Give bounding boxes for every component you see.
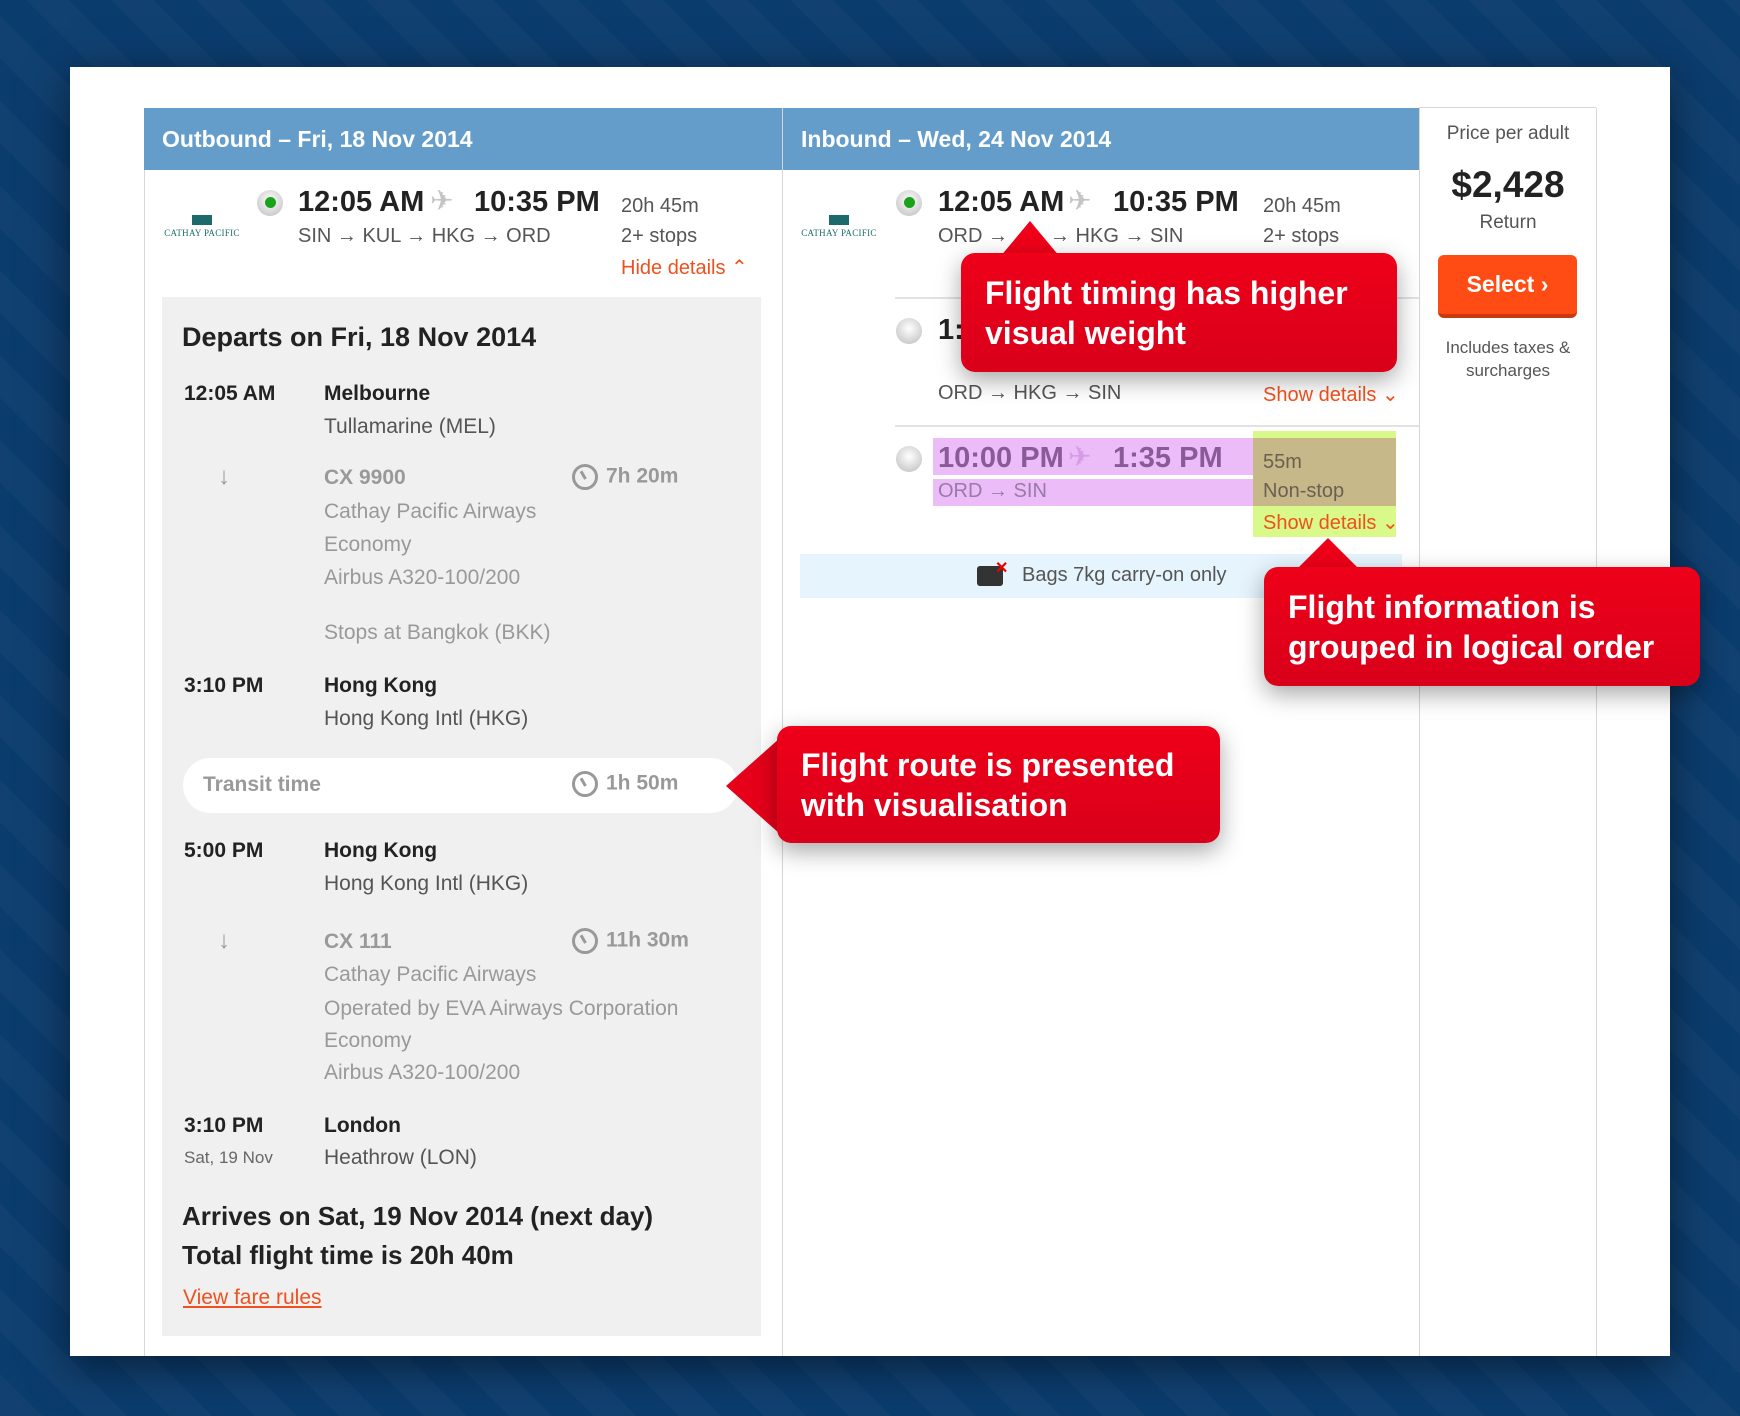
price-amount: $2,428 — [1451, 164, 1565, 205]
seg1-stop: Stops at Bangkok (BKK) — [324, 621, 551, 644]
seg1-flight: CX 9900 — [324, 466, 406, 489]
route: SIN → KUL → HKG → ORD — [298, 225, 551, 247]
seg2-arr-time: 3:10 PM — [184, 1114, 264, 1137]
arrives-text: Arrives on Sat, 19 Nov 2014 (next day) — [182, 1201, 654, 1231]
seg2-dep-airport: Hong Kong Intl (HKG) — [324, 872, 529, 895]
arrive-time: 1:35 PM — [1113, 442, 1223, 474]
seg2-dep-time: 5:00 PM — [184, 839, 264, 862]
arrow-down-icon: ↓ — [218, 463, 230, 490]
clock-icon — [572, 928, 598, 954]
plane-icon: ✈ — [1068, 441, 1092, 472]
seg2-airline: Cathay Pacific Airways — [324, 963, 537, 986]
seg2-flight: CX 111 — [324, 930, 392, 953]
price-note: surcharges — [1465, 361, 1551, 380]
seg1-airline: Cathay Pacific Airways — [324, 500, 537, 523]
depart-time: 12:05 AM — [298, 186, 425, 218]
callout-route: Flight route is presented with visualisat… — [777, 726, 1220, 843]
seg2-aircraft: Airbus A320-100/200 — [324, 1061, 521, 1084]
clock-icon — [572, 464, 598, 490]
cathay-pacific-logo: CATHAY PACIFIC — [161, 215, 243, 238]
callout-pointer — [726, 738, 780, 834]
plane-icon: ✈ — [430, 185, 454, 216]
baggage-no-icon: ✕ — [977, 560, 1008, 586]
transit-box: Transit time 1h 50m — [183, 758, 738, 813]
stops: Non-stop — [1263, 480, 1345, 502]
route: ORD → HKG → SIN — [938, 382, 1122, 404]
callout-timing: Flight timing has higher visual weight — [961, 253, 1397, 372]
depart-time: 10:00 PM — [938, 442, 1064, 474]
seg2-duration: 11h 30m — [606, 928, 689, 952]
arrive-time: 10:35 PM — [474, 186, 600, 218]
clock-icon — [572, 771, 598, 797]
divider — [1596, 108, 1597, 1356]
divider — [895, 425, 1419, 427]
transit-duration: 1h 50m — [606, 771, 679, 795]
seg1-cabin: Economy — [324, 533, 412, 556]
seg1-dep-city: Melbourne — [324, 382, 431, 405]
seg1-aircraft: Airbus A320-100/200 — [324, 566, 521, 589]
select-label: Select — [1466, 271, 1535, 297]
duration: 20h 45m — [621, 195, 699, 217]
stops: 2+ stops — [621, 225, 698, 247]
price-label: Price per adult — [1446, 123, 1570, 144]
outbound-header: Outbound – Fri, 18 Nov 2014 — [144, 108, 782, 170]
seg1-duration: 7h 20m — [606, 464, 679, 488]
inbound-radio-1[interactable] — [896, 190, 922, 216]
inbound-header: Inbound – Wed, 24 Nov 2014 — [783, 108, 1419, 170]
divider — [1419, 108, 1420, 1356]
transit-label: Transit time — [203, 773, 321, 796]
view-fare-rules-link[interactable]: View fare rules — [183, 1286, 322, 1310]
cathay-pacific-logo: CATHAY PACIFIC — [798, 215, 880, 238]
duration: 55m — [1263, 451, 1302, 473]
inbound-radio-2[interactable] — [896, 318, 922, 344]
seg1-arr-time: 3:10 PM — [184, 674, 264, 697]
seg2-arr-date: Sat, 19 Nov — [184, 1148, 273, 1167]
divider — [1419, 107, 1596, 108]
arrow-down-icon: ↓ — [218, 927, 230, 954]
selected-radio[interactable] — [257, 190, 283, 216]
seg2-cabin: Economy — [324, 1029, 412, 1052]
callout-pointer — [1000, 221, 1060, 257]
depart-time: 12:05 AM — [938, 186, 1065, 218]
departs-title: Departs on Fri, 18 Nov 2014 — [182, 322, 537, 352]
route: ORD → — [938, 225, 1008, 247]
seg1-arr-city: Hong Kong — [324, 674, 438, 697]
callout-pointer — [1296, 538, 1360, 570]
hide-details-link[interactable]: Hide details ⌃ — [621, 255, 748, 280]
chevron-right-icon: › — [1540, 271, 1549, 297]
price-type: Return — [1479, 212, 1537, 233]
arrive-time: 10:35 PM — [1113, 186, 1239, 218]
seg1-dep-airport: Tullamarine (MEL) — [324, 415, 496, 438]
plane-icon: ✈ — [1068, 185, 1092, 216]
route: ORD → SIN — [938, 480, 1047, 502]
seg2-operated: Operated by EVA Airways Corporation — [324, 997, 679, 1020]
divider — [144, 108, 145, 1356]
depart-time: 1: — [938, 314, 964, 346]
inbound-radio-3[interactable] — [896, 446, 922, 472]
stops: 2+ stops — [1263, 225, 1340, 247]
show-details-link[interactable]: Show details ⌄ — [1263, 382, 1399, 407]
price-note: Includes taxes & — [1445, 338, 1571, 357]
callout-grouped: Flight information is grouped in logical … — [1264, 567, 1700, 686]
select-button[interactable]: Select › — [1438, 255, 1577, 318]
seg1-dep-time: 12:05 AM — [184, 382, 276, 405]
seg1-arr-airport: Hong Kong Intl (HKG) — [324, 707, 529, 730]
flight-details-panel — [162, 297, 761, 1336]
total-time: Total flight time is 20h 40m — [182, 1240, 514, 1270]
bags-text: Bags 7kg carry-on only — [1022, 564, 1227, 586]
seg2-dep-city: Hong Kong — [324, 839, 438, 862]
show-details-link[interactable]: Show details ⌄ — [1263, 510, 1399, 535]
seg2-arr-city: London — [324, 1114, 401, 1137]
route-tail: → HKG → SIN — [1050, 225, 1184, 247]
duration: 20h 45m — [1263, 195, 1341, 217]
seg2-arr-airport: Heathrow (LON) — [324, 1146, 477, 1169]
